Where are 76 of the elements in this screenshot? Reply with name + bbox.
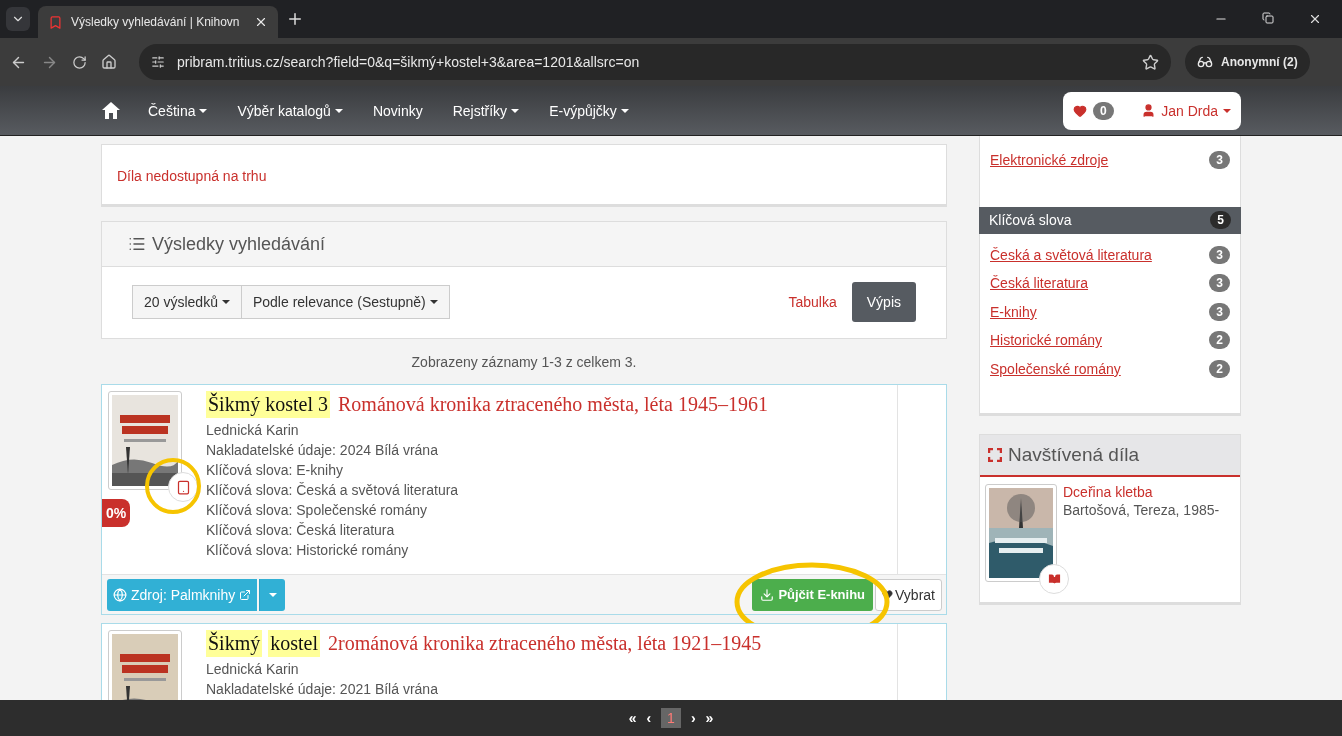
globe-icon bbox=[113, 587, 127, 602]
record-detail: Klíčová slova: Česká literatura bbox=[206, 521, 396, 540]
reload-icon[interactable] bbox=[72, 54, 87, 70]
record-detail: Lednická Karin bbox=[206, 421, 300, 440]
incognito-icon bbox=[1197, 54, 1213, 70]
facet-count: 3 bbox=[1209, 245, 1230, 264]
view-tab[interactable]: Výpis bbox=[851, 281, 916, 322]
last-page-link[interactable]: » bbox=[705, 710, 714, 726]
facet-count: 2 bbox=[1209, 331, 1230, 350]
next-page-link[interactable]: › bbox=[690, 710, 696, 726]
record-detail: Klíčová slova: Česká a světová literatura bbox=[206, 481, 460, 500]
record-detail: Nakladatelské údaje: 2024 Bílá vrána bbox=[206, 441, 439, 460]
favorites-count: 0 bbox=[1093, 101, 1114, 120]
heart-icon[interactable] bbox=[1073, 103, 1087, 118]
page-size-dropdown[interactable]: 20 výsledků bbox=[132, 284, 242, 319]
facet-count: 3 bbox=[1209, 151, 1230, 170]
tab-search-button[interactable] bbox=[6, 7, 30, 31]
close-icon[interactable] bbox=[254, 15, 268, 29]
facet-group-title: Klíčová slova bbox=[989, 212, 1072, 228]
facet-count: 2 bbox=[1209, 359, 1230, 378]
record-title[interactable]: Šikmý kostel 2románová kronika ztraceného města, léta 1921–1945 bbox=[206, 630, 764, 657]
visited-title-link[interactable]: Dceřina kletba bbox=[1063, 484, 1220, 500]
facet-group-header[interactable]: Klíčová slova 5 bbox=[979, 206, 1241, 234]
incognito-profile-button[interactable]: Anonymní (2) bbox=[1185, 45, 1310, 79]
results-summary: Zobrazeny záznamy 1-3 z celkem 3. bbox=[410, 353, 638, 372]
nav-menu-item[interactable]: Výběr katalogů bbox=[222, 102, 358, 119]
new-tab-icon[interactable] bbox=[286, 10, 304, 28]
select-button[interactable]: Vybrat bbox=[875, 578, 942, 611]
visited-author: Bartošová, Tereza, 1985- bbox=[1063, 501, 1220, 520]
facet-count: 5 bbox=[1210, 211, 1231, 229]
browser-tab[interactable]: Výsledky vyhledávání | Knihovn bbox=[38, 6, 278, 38]
source-dropdown-button[interactable] bbox=[259, 578, 286, 611]
site-settings-icon[interactable] bbox=[151, 55, 165, 69]
nav-menu-item[interactable]: E-výpůjčky bbox=[534, 102, 644, 119]
facet-link[interactable]: Česká a světová literatura bbox=[990, 246, 1152, 263]
record-detail: Nakladatelské údaje: 2021 Bílá vrána bbox=[206, 680, 439, 699]
user-menu[interactable]: Jan Drda bbox=[1141, 102, 1231, 119]
facet-link[interactable]: Společenské romány bbox=[990, 360, 1121, 377]
download-icon bbox=[760, 587, 775, 602]
sort-dropdown[interactable]: Podle relevance (Sestupně) bbox=[241, 284, 450, 319]
external-link-icon bbox=[239, 588, 252, 601]
record-detail: Klíčová slova: Společenské romány bbox=[206, 501, 428, 520]
record-title[interactable]: Šikmý kostel 3 Románová kronika ztraceného města, léta 1945–1961 bbox=[206, 391, 770, 418]
bookmark-star-icon[interactable] bbox=[1142, 53, 1159, 71]
facet-link[interactable]: Historické romány bbox=[990, 332, 1103, 349]
tab-title: Výsledky vyhledávání | Knihovn bbox=[71, 15, 241, 29]
visited-title: Navštívená díla bbox=[1008, 444, 1139, 466]
address-bar[interactable]: pribram.tritius.cz/search?field=0&q=šikmý+kostel+3&area=1201&allsrc=on bbox=[139, 44, 1171, 80]
discount-badge: 0% bbox=[102, 499, 131, 527]
nav-menu-item[interactable]: Novinky bbox=[357, 102, 438, 119]
record-detail: Lednická Karin bbox=[206, 660, 300, 679]
url-text: pribram.tritius.cz/search?field=0&q=šikmý+kostel+3&area=1201&allsrc=on bbox=[177, 54, 641, 70]
facet-link[interactable]: Elektronické zdroje bbox=[990, 152, 1109, 169]
unavailable-works-link[interactable]: Díla nedostupná na trhu bbox=[117, 168, 267, 184]
nav-menu-item[interactable]: Čeština bbox=[133, 102, 223, 119]
facet-count: 3 bbox=[1209, 302, 1230, 321]
site-icon bbox=[48, 14, 63, 30]
close-icon[interactable] bbox=[1308, 12, 1322, 26]
user-icon bbox=[1141, 103, 1157, 118]
highlight-ring bbox=[144, 457, 202, 515]
home-icon[interactable] bbox=[101, 54, 117, 70]
book-cover[interactable] bbox=[108, 630, 182, 700]
previous-page-link[interactable]: ‹ bbox=[646, 710, 652, 726]
restore-icon[interactable] bbox=[1262, 12, 1274, 24]
facet-link[interactable]: Česká literatura bbox=[990, 275, 1089, 292]
record-detail: Klíčová slova: E-knihy bbox=[206, 461, 344, 480]
list-icon bbox=[128, 235, 146, 253]
view-tab[interactable]: Tabulka bbox=[773, 281, 852, 322]
facet-count: 3 bbox=[1209, 274, 1230, 293]
results-title: Výsledky vyhledávání bbox=[152, 233, 326, 255]
book-icon bbox=[1039, 564, 1069, 594]
first-page-link[interactable]: « bbox=[628, 710, 637, 726]
expand-icon bbox=[988, 448, 1002, 462]
nav-menu-item[interactable]: Rejstříky bbox=[437, 102, 535, 119]
facet-link[interactable]: E-knihy bbox=[990, 303, 1037, 320]
record-detail: Klíčová slova: Historické romány bbox=[206, 541, 410, 560]
